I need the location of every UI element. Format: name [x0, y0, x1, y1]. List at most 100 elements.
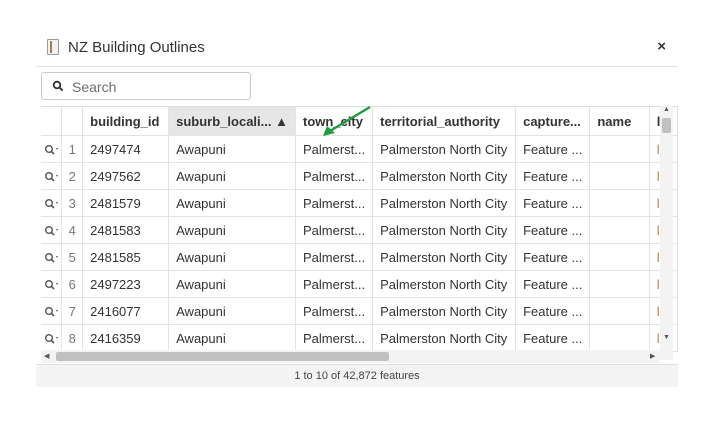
header-territorial-authority[interactable]: territorial_authority	[372, 107, 517, 136]
cell-building-id[interactable]: 2497474	[82, 135, 170, 163]
cell-territorial-authority[interactable]: Palmerston North City	[372, 243, 517, 271]
cell-suburb-locality[interactable]: Awapuni	[168, 216, 296, 244]
cell-building-id[interactable]: 2497562	[82, 162, 170, 190]
title-bar: NZ Building Outlines ×	[36, 30, 678, 67]
close-icon[interactable]: ×	[657, 38, 666, 55]
cell-territorial-authority[interactable]: Palmerston North City	[372, 216, 517, 244]
cell-territorial-authority[interactable]: Palmerston North City	[372, 135, 517, 163]
sort-ascending-icon: ▲	[275, 113, 288, 129]
cell-name[interactable]	[589, 162, 650, 190]
header-building-id[interactable]: building_id	[82, 107, 170, 136]
cell-capture[interactable]: Feature ...	[515, 216, 591, 244]
zoom-to-feature-icon[interactable]	[43, 305, 59, 319]
cell-name[interactable]	[589, 324, 650, 352]
window-title: NZ Building Outlines	[68, 39, 205, 56]
cell-town-city[interactable]: Palmerst...	[295, 162, 374, 190]
cell-town-city[interactable]: Palmerst...	[295, 270, 374, 298]
status-footer: 1 to 10 of 42,872 features	[36, 364, 678, 387]
cell-territorial-authority[interactable]: Palmerston North City	[372, 324, 517, 352]
cell-suburb-locality[interactable]: Awapuni	[168, 135, 296, 163]
cell-town-city[interactable]: Palmerst...	[295, 243, 374, 271]
cell-capture[interactable]: Feature ...	[515, 135, 591, 163]
cell-building-id[interactable]: 2481583	[82, 216, 170, 244]
table-row[interactable]: 3 2481579 Awapuni Palmerst... Palmerston Nor…	[41, 189, 678, 217]
table-row[interactable]: 2 2497562 Awapuni Palmerst... Palmerston Nor…	[41, 162, 678, 190]
zoom-to-feature-icon[interactable]	[43, 278, 59, 292]
cell-name[interactable]	[589, 216, 650, 244]
cell-name[interactable]	[589, 189, 650, 217]
cell-building-id[interactable]: 2481579	[82, 189, 170, 217]
cell-capture[interactable]: Feature ...	[515, 324, 591, 352]
zoom-cell[interactable]	[41, 135, 63, 163]
zoom-to-feature-icon[interactable]	[43, 332, 59, 346]
zoom-cell[interactable]	[41, 243, 63, 271]
header-suburb-label: suburb_locali...	[176, 113, 272, 129]
zoom-cell[interactable]	[41, 162, 63, 190]
cell-name[interactable]	[589, 297, 650, 325]
table-row[interactable]: 6 2497223 Awapuni Palmerst... Palmerston Nor…	[41, 270, 678, 298]
vertical-scroll-thumb[interactable]	[662, 118, 671, 133]
scroll-up-icon[interactable]: ▲	[663, 106, 670, 113]
cell-suburb-locality[interactable]: Awapuni	[168, 297, 296, 325]
search-box[interactable]	[41, 72, 251, 100]
header-zoom	[41, 107, 63, 136]
cell-name[interactable]	[589, 270, 650, 298]
cell-territorial-authority[interactable]: Palmerston North City	[372, 189, 517, 217]
cell-name[interactable]	[589, 135, 650, 163]
cell-name[interactable]	[589, 243, 650, 271]
attribute-table-panel: NZ Building Outlines × building_id subur…	[36, 30, 678, 387]
row-number: 6	[61, 270, 84, 298]
zoom-cell[interactable]	[41, 189, 63, 217]
zoom-cell[interactable]	[41, 297, 63, 325]
cell-town-city[interactable]: Palmerst...	[295, 189, 374, 217]
cell-territorial-authority[interactable]: Palmerston North City	[372, 270, 517, 298]
zoom-to-feature-icon[interactable]	[43, 251, 59, 265]
cell-capture[interactable]: Feature ...	[515, 162, 591, 190]
zoom-to-feature-icon[interactable]	[43, 170, 59, 184]
horizontal-scrollbar[interactable]: ◀ ▶	[41, 350, 660, 363]
cell-building-id[interactable]: 2481585	[82, 243, 170, 271]
table-row[interactable]: 8 2416359 Awapuni Palmerst... Palmerston Nor…	[41, 324, 678, 352]
zoom-to-feature-icon[interactable]	[43, 143, 59, 157]
zoom-cell[interactable]	[41, 324, 63, 352]
cell-suburb-locality[interactable]: Awapuni	[168, 324, 296, 352]
table-row[interactable]: 7 2416077 Awapuni Palmerst... Palmerston Nor…	[41, 297, 678, 325]
table-row[interactable]: 1 2497474 Awapuni Palmerst... Palmerston Nor…	[41, 135, 678, 163]
cell-suburb-locality[interactable]: Awapuni	[168, 189, 296, 217]
horizontal-scroll-thumb[interactable]	[56, 352, 389, 361]
cell-town-city[interactable]: Palmerst...	[295, 135, 374, 163]
cell-town-city[interactable]: Palmerst...	[295, 297, 374, 325]
cell-suburb-locality[interactable]: Awapuni	[168, 270, 296, 298]
table-row[interactable]: 5 2481585 Awapuni Palmerst... Palmerston Nor…	[41, 243, 678, 271]
cell-building-id[interactable]: 2416077	[82, 297, 170, 325]
search-input[interactable]	[70, 76, 244, 98]
cell-capture[interactable]: Feature ...	[515, 189, 591, 217]
scroll-left-icon[interactable]: ◀	[44, 352, 49, 360]
row-number: 3	[61, 189, 84, 217]
cell-capture[interactable]: Feature ...	[515, 243, 591, 271]
data-grid: building_id suburb_locali... ▲ town_city…	[41, 106, 678, 365]
vertical-scrollbar[interactable]: ▲ ▼	[660, 106, 673, 360]
header-suburb-locality[interactable]: suburb_locali... ▲	[168, 107, 296, 136]
annotation-arrow-icon	[323, 105, 371, 136]
cell-capture[interactable]: Feature ...	[515, 270, 591, 298]
cell-building-id[interactable]: 2416359	[82, 324, 170, 352]
cell-territorial-authority[interactable]: Palmerston North City	[372, 297, 517, 325]
cell-suburb-locality[interactable]: Awapuni	[168, 243, 296, 271]
scroll-down-icon[interactable]: ▼	[663, 334, 670, 341]
cell-building-id[interactable]: 2497223	[82, 270, 170, 298]
zoom-to-feature-icon[interactable]	[43, 224, 59, 238]
zoom-to-feature-icon[interactable]	[43, 197, 59, 211]
scroll-right-icon[interactable]: ▶	[650, 352, 655, 360]
zoom-cell[interactable]	[41, 270, 63, 298]
app-icon	[47, 39, 59, 55]
header-capture[interactable]: capture...	[515, 107, 591, 136]
zoom-cell[interactable]	[41, 216, 63, 244]
cell-capture[interactable]: Feature ...	[515, 297, 591, 325]
header-name[interactable]: name	[589, 107, 650, 136]
cell-town-city[interactable]: Palmerst...	[295, 324, 374, 352]
cell-town-city[interactable]: Palmerst...	[295, 216, 374, 244]
cell-suburb-locality[interactable]: Awapuni	[168, 162, 296, 190]
cell-territorial-authority[interactable]: Palmerston North City	[372, 162, 517, 190]
table-row[interactable]: 4 2481583 Awapuni Palmerst... Palmerston Nor…	[41, 216, 678, 244]
